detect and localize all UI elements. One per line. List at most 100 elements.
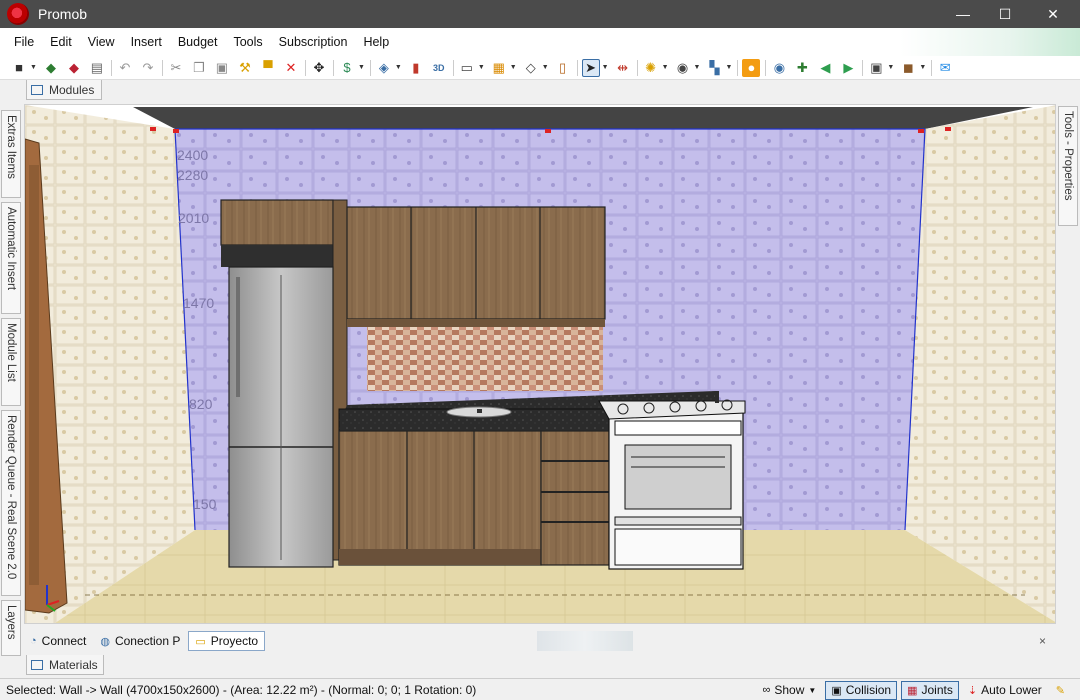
status-bar: Selected: Wall -> Wall (4700x150x2600) -…: [0, 678, 1080, 700]
light-dropdown-icon[interactable]: ▼: [662, 64, 669, 71]
budget-dropdown-icon[interactable]: ▼: [358, 64, 365, 71]
tab-render-queue[interactable]: Render Queue - Real Scene 2.0: [1, 410, 21, 596]
kitchen-scene[interactable]: 2400 2280 2010 1470 820 150: [25, 105, 1056, 624]
menu-help[interactable]: Help: [355, 35, 397, 49]
toolbar-separator: [931, 59, 933, 76]
bricks-dropdown-icon[interactable]: ▼: [510, 64, 517, 71]
layers-icon[interactable]: ◈: [375, 59, 393, 77]
menu-file[interactable]: File: [6, 35, 42, 49]
joints-toggle[interactable]: ▦ Joints: [901, 680, 959, 700]
light-bulb-icon[interactable]: ✺: [642, 59, 660, 77]
hammer-icon[interactable]: ⚒: [236, 59, 254, 77]
3d-viewport[interactable]: 2400 2280 2010 1470 820 150: [24, 104, 1056, 624]
box-icon[interactable]: ◼: [899, 59, 917, 77]
height-mark: 2010: [178, 210, 209, 226]
undo-icon[interactable]: ↶: [116, 59, 134, 77]
tab-extras-items[interactable]: Extras Items: [1, 110, 21, 198]
maximize-button[interactable]: ☐: [982, 0, 1028, 28]
print-render-icon[interactable]: ◆: [65, 59, 83, 77]
show-label: Show: [774, 683, 805, 697]
paint-icon[interactable]: ▀: [259, 59, 277, 77]
menu-tools[interactable]: Tools: [225, 35, 270, 49]
materials-tab-label: Materials: [49, 657, 98, 672]
menu-view[interactable]: View: [80, 35, 123, 49]
copy-icon[interactable]: ❐: [190, 59, 208, 77]
menu-edit[interactable]: Edit: [42, 35, 80, 49]
door-icon[interactable]: ▯: [554, 59, 572, 77]
user-icon[interactable]: ●: [742, 58, 761, 77]
shape-dropdown-icon[interactable]: ▼: [542, 64, 549, 71]
tab-automatic-insert[interactable]: Automatic Insert: [1, 202, 21, 314]
fridge-vent: [221, 245, 333, 267]
move-icon[interactable]: ✥: [310, 59, 328, 77]
camera-dropdown-icon[interactable]: ▼: [694, 64, 701, 71]
door-panel: [29, 165, 39, 585]
wall-icon[interactable]: ▭: [458, 59, 476, 77]
save-dropdown-icon[interactable]: ▼: [30, 64, 37, 71]
arrow-right-icon[interactable]: ▶: [839, 59, 857, 77]
close-panel-icon[interactable]: ×: [1039, 634, 1046, 648]
redo-icon[interactable]: ↷: [139, 59, 157, 77]
layers-dropdown-icon[interactable]: ▼: [395, 64, 402, 71]
auto-lower-label: Auto Lower: [981, 683, 1042, 697]
tab-connect[interactable]: ◔ Connect: [24, 631, 92, 651]
tab-tools-properties[interactable]: Tools - Properties: [1058, 106, 1078, 226]
wall-dropdown-icon[interactable]: ▼: [478, 64, 485, 71]
minimize-button[interactable]: —: [940, 0, 986, 28]
select-dropdown-icon[interactable]: ▼: [602, 64, 609, 71]
bricks-icon[interactable]: ▦: [490, 59, 508, 77]
eye-icon[interactable]: ◉: [770, 59, 788, 77]
left-dock: Extras Items Automatic Insert Module Lis…: [0, 100, 22, 660]
base-cabinets[interactable]: [338, 430, 542, 566]
print-icon[interactable]: ▤: [88, 59, 106, 77]
shape-icon[interactable]: ◇: [522, 59, 540, 77]
menu-budget[interactable]: Budget: [170, 35, 226, 49]
ceiling: [133, 107, 1033, 129]
tab-automatic-insert-label: Automatic Insert: [5, 207, 17, 291]
green-move-icon[interactable]: ✚: [793, 59, 811, 77]
modules-tab-label: Modules: [49, 82, 95, 97]
tab-layers-label: Layers: [5, 605, 17, 640]
view-cube-icon[interactable]: ▣: [867, 59, 885, 77]
drawer-unit[interactable]: [540, 430, 610, 566]
auto-lower-toggle[interactable]: ⇣ Auto Lower: [963, 681, 1047, 700]
tab-conection-p[interactable]: ◍ Conection P: [94, 631, 186, 651]
menu-insert[interactable]: Insert: [123, 35, 170, 49]
select-pointer-icon[interactable]: ➤: [581, 58, 600, 77]
show-button[interactable]: ∞ Show ▼: [758, 681, 822, 700]
view-3d-icon[interactable]: 3D: [430, 59, 448, 77]
wifi-icon: ◔: [30, 635, 37, 647]
palette-icon[interactable]: ▚: [705, 59, 723, 77]
menu-subscription[interactable]: Subscription: [271, 35, 356, 49]
tab-modules[interactable]: Modules: [26, 80, 102, 100]
promob-logo-icon: [7, 3, 29, 25]
budget-icon[interactable]: $: [338, 59, 356, 77]
toolbar-separator: [110, 59, 112, 76]
close-button[interactable]: ✕: [1030, 0, 1076, 28]
upper-cabinet-above-fridge[interactable]: [220, 199, 334, 246]
palette-dropdown-icon[interactable]: ▼: [725, 64, 732, 71]
stove-control-panel: [614, 420, 742, 436]
arrow-left-icon[interactable]: ◀: [816, 59, 834, 77]
cut-icon[interactable]: ✂: [167, 59, 185, 77]
height-mark: 150: [193, 496, 217, 512]
tab-module-list[interactable]: Module List: [1, 318, 21, 406]
collision-toggle[interactable]: ▣ Collision: [825, 680, 898, 700]
pencil-button[interactable]: ✎: [1051, 681, 1074, 700]
chat-icon[interactable]: ✉: [936, 59, 954, 77]
oven-drawer: [614, 528, 742, 566]
box-dropdown-icon[interactable]: ▼: [919, 64, 926, 71]
tab-proyecto[interactable]: ▭ Proyecto: [188, 631, 266, 651]
toolbar-separator: [737, 59, 739, 76]
camera-icon[interactable]: ◉: [674, 59, 692, 77]
print-preview-icon[interactable]: ◆: [42, 59, 60, 77]
tab-layers[interactable]: Layers: [1, 600, 21, 656]
tab-connect-label: Connect: [41, 634, 87, 648]
paste-icon[interactable]: ▣: [213, 59, 231, 77]
tab-materials[interactable]: Materials: [26, 655, 104, 675]
measure-icon[interactable]: ⇹: [614, 59, 632, 77]
dimension-icon[interactable]: ▮: [407, 59, 425, 77]
delete-icon[interactable]: ✕: [282, 59, 300, 77]
view-cube-dropdown-icon[interactable]: ▼: [887, 64, 894, 71]
save-icon[interactable]: ■: [10, 59, 28, 77]
